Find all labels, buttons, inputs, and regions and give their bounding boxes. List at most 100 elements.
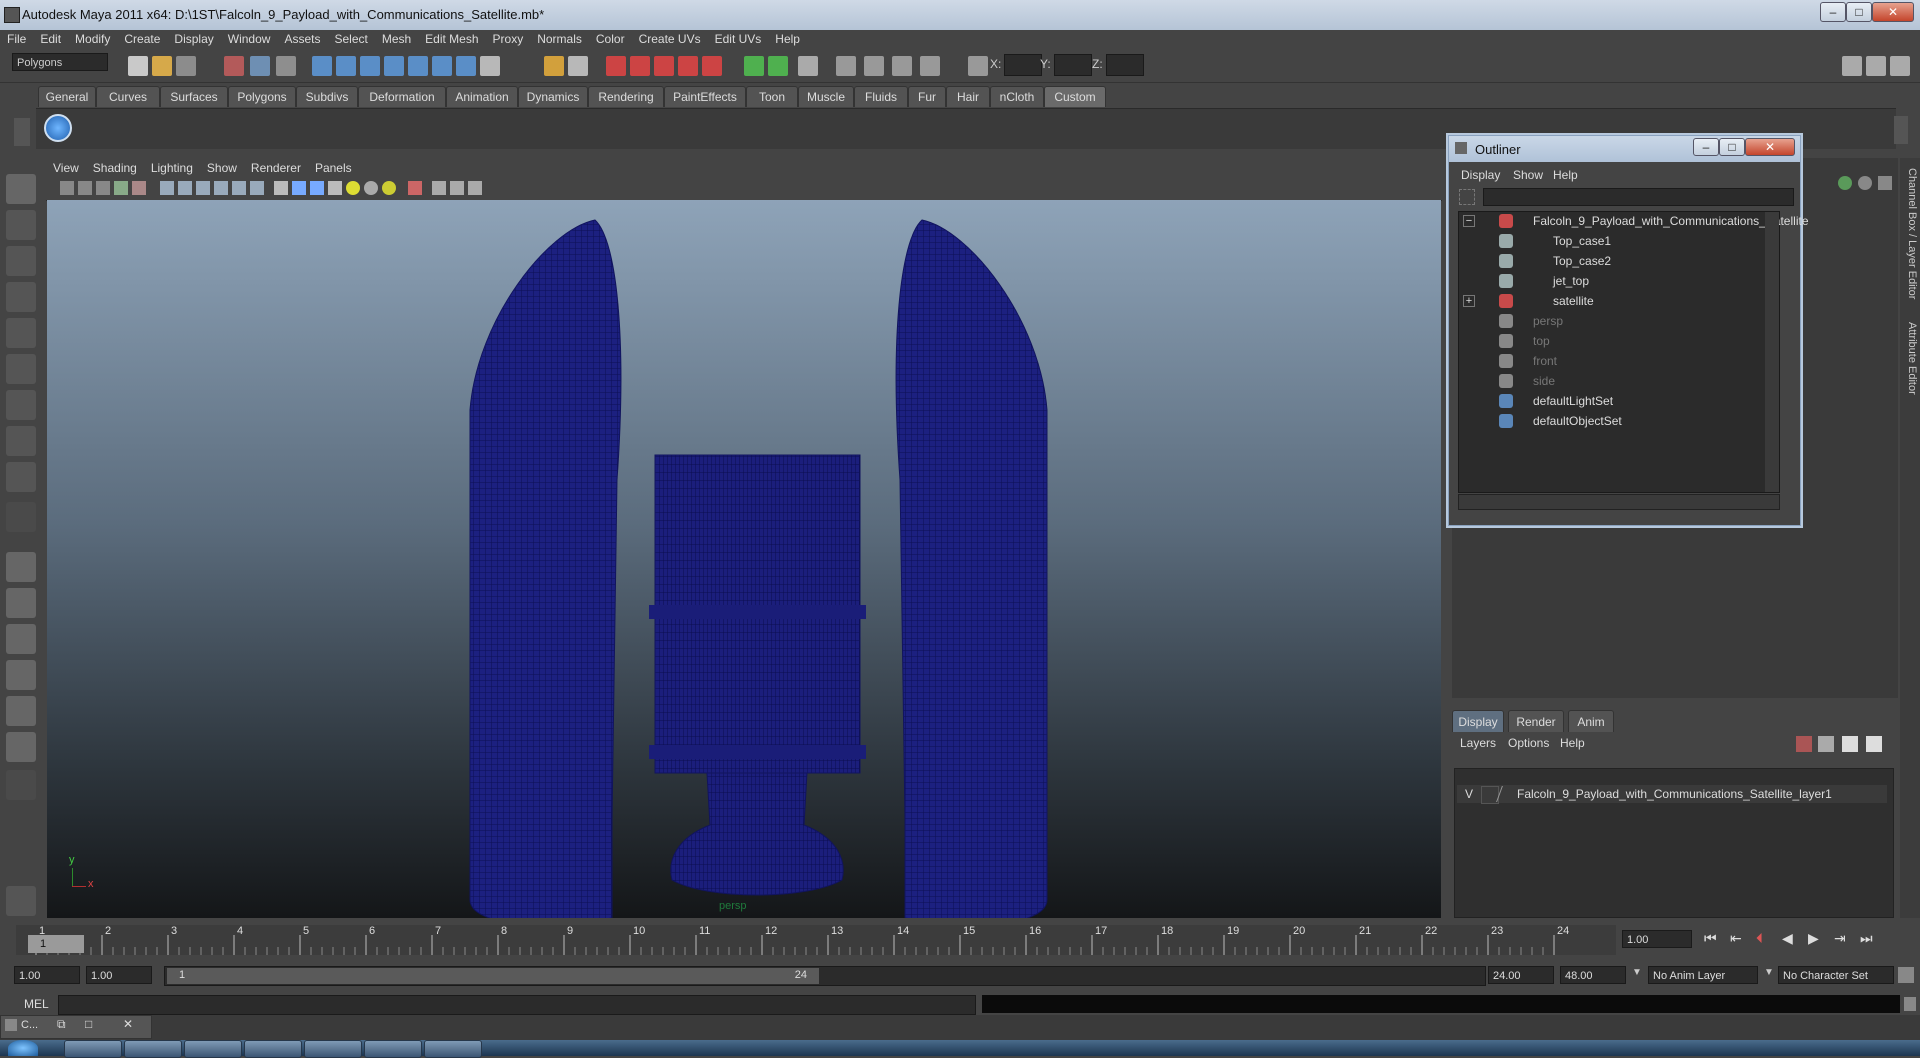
tab-rendering[interactable]: Rendering — [588, 86, 664, 107]
scale-tool-icon[interactable] — [6, 354, 36, 384]
current-frame-marker[interactable]: 1 — [28, 935, 84, 953]
script-editor-icon[interactable] — [1904, 997, 1916, 1011]
layer-row[interactable]: V Falcoln_9_Payload_with_Communications_… — [1457, 785, 1887, 804]
tab-subdivs[interactable]: Subdivs — [296, 86, 358, 107]
outliner-minimize-button[interactable]: – — [1693, 138, 1719, 156]
expand-icon[interactable]: + — [1463, 295, 1475, 307]
last-tool-icon[interactable] — [6, 502, 36, 532]
hypergraph-icon[interactable] — [864, 56, 884, 76]
range-slider-handle[interactable]: 1 24 — [167, 968, 819, 984]
tab-toon[interactable]: Toon — [746, 86, 798, 107]
render-current-frame-icon[interactable] — [606, 56, 626, 76]
menu-help[interactable]: Help — [768, 30, 807, 46]
paint-select-tool-icon[interactable] — [6, 246, 36, 276]
xray-joints-icon[interactable] — [450, 181, 464, 195]
animation-start-field[interactable]: 1.00 — [14, 966, 80, 984]
tab-fluids[interactable]: Fluids — [854, 86, 908, 107]
menu-normals[interactable]: Normals — [530, 30, 589, 46]
auto-key-icon[interactable] — [1898, 967, 1914, 983]
snap-curve-icon[interactable] — [336, 56, 356, 76]
x-field[interactable] — [1004, 54, 1042, 76]
hypershade-persp-layout-icon[interactable] — [6, 696, 36, 726]
rotate-tool-icon[interactable] — [6, 318, 36, 348]
go-to-end-icon[interactable]: ⏭ — [1860, 930, 1873, 947]
open-scene-icon[interactable] — [152, 56, 172, 76]
outliner-item[interactable]: top — [1459, 332, 1759, 350]
lock-icon[interactable] — [544, 56, 564, 76]
taskbar-app3-icon[interactable] — [184, 1040, 242, 1058]
animation-end-field[interactable]: 48.00 — [1560, 966, 1626, 984]
collapse-icon[interactable]: − — [1463, 215, 1475, 227]
select-component-icon[interactable] — [276, 56, 296, 76]
render-view-icon[interactable] — [702, 56, 722, 76]
bookmarks-icon[interactable] — [96, 181, 110, 195]
panel-menu-renderer[interactable]: Renderer — [244, 158, 308, 175]
tab-ncloth[interactable]: nCloth — [990, 86, 1044, 107]
outliner-item[interactable]: persp — [1459, 312, 1759, 330]
grid-icon[interactable] — [160, 181, 174, 195]
menu-select[interactable]: Select — [327, 30, 374, 46]
channel-box-toggle-icon[interactable] — [1838, 176, 1852, 190]
outliner-item[interactable]: front — [1459, 352, 1759, 370]
transform-mode-icon[interactable] — [968, 56, 988, 76]
tab-general[interactable]: General — [38, 86, 96, 107]
taskbar-photoshop-icon[interactable] — [244, 1040, 302, 1058]
ipr-render-icon[interactable] — [630, 56, 650, 76]
image-plane-icon[interactable] — [114, 181, 128, 195]
anim-layer-dropdown-arrow-icon[interactable]: ▼ — [1632, 967, 1642, 978]
attribute-editor-side-tab[interactable]: Attribute Editor — [1902, 322, 1918, 422]
save-scene-icon[interactable] — [176, 56, 196, 76]
taskbar-maya-icon[interactable] — [364, 1040, 422, 1058]
show-hide-icon[interactable] — [798, 56, 818, 76]
tab-hair[interactable]: Hair — [946, 86, 990, 107]
tab-render-layers[interactable]: Render — [1508, 710, 1564, 733]
four-view-layout-icon[interactable] — [6, 588, 36, 618]
layout-menu-icon[interactable] — [6, 770, 36, 800]
playback-end-field[interactable]: 24.00 — [1488, 966, 1554, 984]
close-button[interactable]: ✕ — [1872, 2, 1914, 22]
persp-graph-hypergraph-layout-icon[interactable] — [6, 732, 36, 762]
y-field[interactable] — [1054, 54, 1092, 76]
outliner-select-icon[interactable] — [1459, 189, 1475, 205]
channel-box-side-tab[interactable]: Channel Box / Layer Editor — [1902, 168, 1918, 308]
taskbar-skype-icon[interactable] — [424, 1040, 482, 1058]
show-channel-box-icon[interactable] — [1890, 56, 1910, 76]
minimized-restore-icon[interactable]: ⧉ — [57, 1017, 66, 1032]
gate-mask-icon[interactable] — [214, 181, 228, 195]
outliner-horizontal-scrollbar[interactable] — [1458, 494, 1780, 510]
show-manipulator-icon[interactable] — [6, 462, 36, 492]
tab-deformation[interactable]: Deformation — [358, 86, 446, 107]
panel-menu-shading[interactable]: Shading — [86, 158, 144, 175]
snap-point-icon[interactable] — [360, 56, 380, 76]
field-chart-icon[interactable] — [232, 181, 246, 195]
panel-menu-show[interactable]: Show — [200, 158, 244, 175]
step-back-frame-icon[interactable]: ⏴ — [1756, 930, 1763, 947]
minimized-window[interactable]: C... ⧉ □ ✕ — [0, 1015, 152, 1039]
snap-grid-icon[interactable] — [312, 56, 332, 76]
input-ops-icon[interactable] — [744, 56, 764, 76]
minimized-maximize-icon[interactable]: □ — [85, 1017, 92, 1031]
character-set-dropdown[interactable]: No Character Set — [1778, 966, 1894, 984]
move-layer-down-icon[interactable] — [1866, 736, 1882, 752]
lasso-tool-icon[interactable] — [6, 210, 36, 240]
range-slider-track[interactable]: 1 24 — [164, 966, 1486, 986]
shelf-menu-icon[interactable] — [14, 118, 30, 146]
film-gate-icon[interactable] — [178, 181, 192, 195]
node-editor-icon[interactable] — [892, 56, 912, 76]
show-attribute-editor-icon[interactable] — [1842, 56, 1862, 76]
persp-outliner-layout-icon[interactable] — [6, 624, 36, 654]
move-layer-up-icon[interactable] — [1842, 736, 1858, 752]
taskbar-app2-icon[interactable] — [124, 1040, 182, 1058]
character-set-dropdown-arrow-icon[interactable]: ▼ — [1764, 967, 1774, 978]
new-layer-selected-icon[interactable] — [1818, 736, 1834, 752]
outliner-menu-help[interactable]: Help — [1553, 168, 1578, 182]
anim-layer-dropdown[interactable]: No Anim Layer — [1648, 966, 1758, 984]
panel-menu-panels[interactable]: Panels — [308, 158, 359, 175]
custom-shelf-check-icon[interactable] — [44, 114, 72, 142]
taskbar-chrome-icon[interactable] — [64, 1040, 122, 1058]
layer-menu-help[interactable]: Help — [1560, 736, 1585, 750]
menu-file[interactable]: File — [0, 30, 33, 46]
shelf-scroll-icon[interactable] — [1894, 116, 1908, 144]
step-back-key-icon[interactable]: ⇤ — [1730, 930, 1742, 947]
tab-surfaces[interactable]: Surfaces — [160, 86, 228, 107]
